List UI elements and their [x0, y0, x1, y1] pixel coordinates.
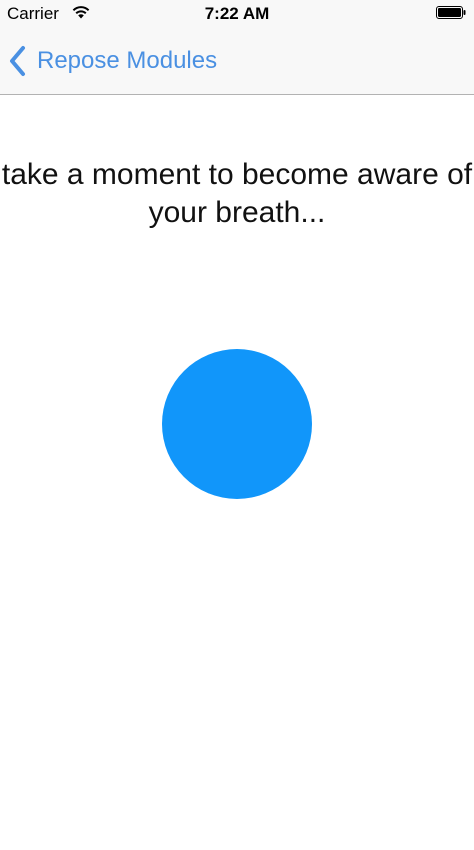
battery-icon [436, 6, 466, 19]
navigation-bar: Repose Modules [0, 28, 474, 95]
breathing-circle [162, 349, 312, 499]
status-time: 7:22 AM [204, 4, 270, 23]
back-button-label: Repose Modules [37, 47, 218, 74]
breath-instruction: take a moment to become aware of your br… [1, 158, 473, 229]
status-bar: Carrier 7:22 AM [0, 0, 474, 28]
chevron-left-icon [10, 46, 25, 76]
back-button[interactable]: Repose Modules [8, 44, 217, 78]
